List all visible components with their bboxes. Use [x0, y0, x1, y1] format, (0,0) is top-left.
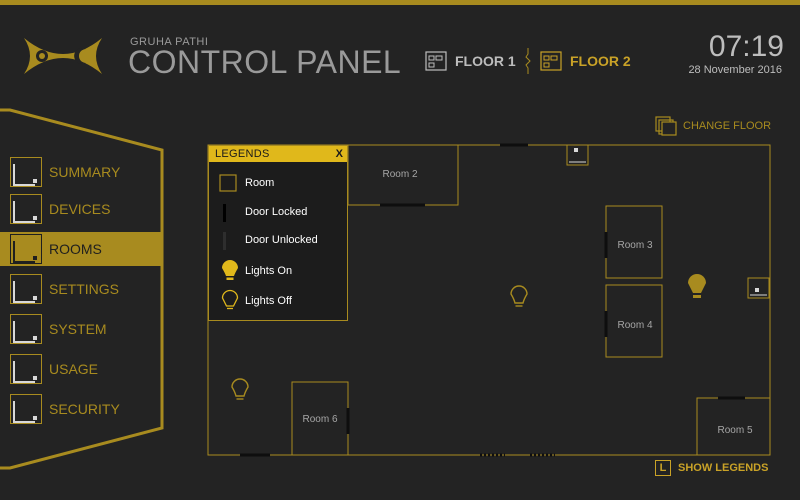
- clock-date: 28 November 2016: [688, 64, 782, 76]
- sidebar-item-usage[interactable]: USAGE: [0, 352, 162, 386]
- room-4[interactable]: Room 4: [604, 284, 663, 358]
- sidebar-item-label: DEVICES: [49, 201, 111, 217]
- legend-label: Room: [245, 177, 275, 189]
- room-device-icon: [747, 277, 770, 299]
- close-icon[interactable]: X: [336, 148, 343, 160]
- room-5[interactable]: Room 5: [696, 396, 771, 456]
- legend-label: Lights On: [245, 265, 293, 277]
- sidebar-item-label: USAGE: [49, 361, 99, 377]
- room-device-icon: [566, 144, 589, 166]
- sidebar-item-label: SUMMARY: [49, 164, 121, 180]
- gruha-pathi-logo: [24, 38, 102, 74]
- room-icon: [10, 274, 42, 304]
- sidebar-item-label: SETTINGS: [49, 281, 120, 297]
- show-legends-button[interactable]: L SHOW LEGENDS: [655, 460, 768, 476]
- tab-floor-2-label: FLOOR 2: [570, 53, 631, 69]
- sidebar-item-system[interactable]: SYSTEM: [0, 312, 162, 346]
- room-6-label: Room 6: [302, 414, 337, 425]
- tab-floor-1[interactable]: FLOOR 1: [425, 48, 516, 74]
- room-square-icon: [219, 174, 237, 192]
- change-floor-button[interactable]: CHANGE FLOOR: [655, 116, 771, 136]
- room-2-label: Room 2: [382, 169, 417, 180]
- floor-plan-icon: [425, 51, 447, 71]
- room-icon: [10, 194, 42, 224]
- legends-title: LEGENDS: [215, 148, 270, 160]
- top-accent-bar: [0, 0, 800, 5]
- room-icon: [10, 354, 42, 384]
- legend-label: Lights Off: [245, 295, 292, 307]
- sidebar-item-rooms[interactable]: ROOMS: [0, 232, 162, 266]
- sidebar-item-security[interactable]: SECURITY: [0, 392, 162, 426]
- room-6[interactable]: Room 6: [291, 381, 350, 456]
- room-5-label: Room 5: [717, 425, 752, 436]
- floor-separator: [525, 48, 531, 74]
- legends-panel: LEGENDS X Room Door Locked Door Unlocked…: [208, 145, 348, 321]
- legend-label: Door Unlocked: [245, 234, 318, 246]
- sidebar-item-label: SECURITY: [49, 401, 120, 417]
- bulb-on-icon[interactable]: [688, 274, 706, 298]
- room-3-label: Room 3: [617, 240, 652, 251]
- sidebar-item-label: ROOMS: [49, 241, 102, 257]
- room-4-label: Room 4: [617, 320, 652, 331]
- bulb-off-icon[interactable]: [231, 378, 249, 400]
- door-locked-icon: [223, 204, 226, 222]
- bulb-on-icon: [222, 260, 238, 280]
- sidebar-item-label: SYSTEM: [49, 321, 107, 337]
- room-icon: [10, 394, 42, 424]
- bulb-off-icon: [221, 289, 239, 310]
- room-icon: [10, 234, 42, 264]
- tab-floor-1-label: FLOOR 1: [455, 53, 516, 69]
- show-legends-label: SHOW LEGENDS: [678, 462, 769, 474]
- brand-title: CONTROL PANEL: [128, 44, 402, 80]
- bulb-off-icon[interactable]: [510, 285, 528, 307]
- clock-time: 07:19: [708, 30, 784, 63]
- sidebar-item-summary[interactable]: SUMMARY: [0, 155, 162, 189]
- legend-label: Door Locked: [245, 206, 308, 218]
- legend-key-icon: L: [655, 460, 671, 476]
- floor-plan-icon: [540, 51, 562, 71]
- room-3[interactable]: Room 3: [604, 205, 663, 279]
- door-unlocked-icon: [223, 232, 226, 250]
- sidebar-item-devices[interactable]: DEVICES: [0, 192, 162, 226]
- legends-header: LEGENDS X: [209, 146, 347, 162]
- room-icon: [10, 314, 42, 344]
- change-floor-label: CHANGE FLOOR: [683, 120, 772, 132]
- layers-icon: [655, 116, 677, 136]
- room-icon: [10, 157, 42, 187]
- sidebar-item-settings[interactable]: SETTINGS: [0, 272, 162, 306]
- tab-floor-2[interactable]: FLOOR 2: [540, 48, 631, 74]
- room-2[interactable]: Room 2: [347, 144, 459, 207]
